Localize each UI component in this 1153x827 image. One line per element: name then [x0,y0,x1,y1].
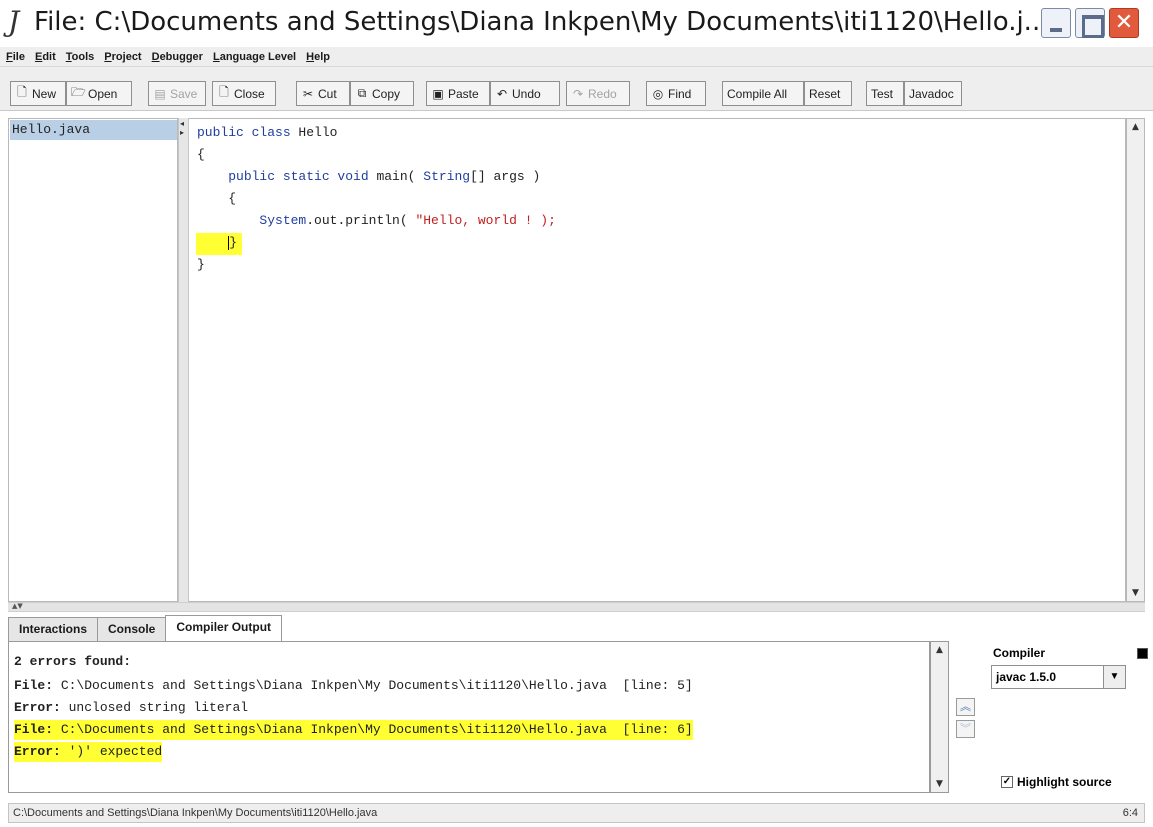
editor-scrollbar[interactable]: ▲ ▼ [1126,118,1145,602]
scissors-icon: ✂ [302,86,314,101]
tab-console[interactable]: Console [97,617,167,641]
error-file-line[interactable]: File: C:\Documents and Settings\Diana In… [14,720,693,740]
close-file-icon: 🗋 [219,85,229,99]
menu-bar: File Edit Tools Project Debugger Languag… [0,47,1153,67]
previous-error-button[interactable]: ︽ [956,698,975,716]
open-button[interactable]: 🗁 Open [66,81,132,106]
reset-button[interactable]: Reset [804,81,852,106]
copy-icon: ⧉ [357,86,367,100]
error-message-line[interactable]: Error: ')' expected [14,742,163,762]
close-icon: ✕ [1114,10,1134,35]
window-title: File: C:\Documents and Settings\Diana In… [34,7,1049,37]
output-scrollbar[interactable]: ▲ ▼ [930,641,949,793]
next-error-button[interactable]: ︾ [956,720,975,738]
menu-language-level[interactable]: Language Level [213,51,296,63]
highlight-source-checkbox[interactable]: ✓ [1001,776,1013,788]
undo-icon: ↶ [496,86,508,101]
menu-edit[interactable]: Edit [35,51,56,63]
scroll-down-icon[interactable]: ▼ [932,776,947,792]
paste-button[interactable]: ▣ Paste [426,81,490,106]
document-item-hello-java[interactable]: Hello.java [10,120,177,140]
status-bar: C:\Documents and Settings\Diana Inkpen\M… [8,803,1145,823]
copy-button[interactable]: ⧉ Copy [350,81,414,106]
toolbar: 🗋 New 🗁 Open ▤ Save 🗋 Close ✂ Cut ⧉ Copy ▣ Past… [0,67,1153,111]
compiler-label: Compiler [993,646,1046,660]
code-line: { [197,147,205,162]
bottom-tabs: Interactions Console Compiler Output [8,615,283,642]
cursor-position: 6:4 [1122,807,1138,819]
error-message-line[interactable]: Error: unclosed string literal [14,698,248,718]
tab-compiler-output[interactable]: Compiler Output [165,615,283,642]
title-bar: J File: C:\Documents and Settings\Diana … [0,0,1153,46]
close-window-button[interactable]: ✕ [1109,8,1139,38]
test-button[interactable]: Test [866,81,904,106]
redo-icon: ↷ [572,86,584,101]
compiler-select[interactable]: javac 1.5.0 ▼ [991,665,1126,689]
menu-tools[interactable]: Tools [66,51,95,63]
scroll-down-icon[interactable]: ▼ [1128,585,1143,601]
scroll-up-icon[interactable]: ▲ [932,642,947,658]
tab-interactions[interactable]: Interactions [8,617,99,641]
splitter-arrows-icon[interactable]: ▲▼ [12,602,23,610]
status-file-path: C:\Documents and Settings\Diana Inkpen\M… [13,807,378,819]
clipboard-icon: ▣ [432,86,444,101]
code-editor[interactable]: public class Hello { public static void … [189,118,1126,602]
highlight-source-option[interactable]: ✓ Highlight source [1001,775,1112,789]
open-folder-icon: 🗁 [71,85,86,99]
error-summary: 2 errors found: [14,654,132,669]
undo-button[interactable]: ↶ Undo [490,81,560,106]
cut-button[interactable]: ✂ Cut [296,81,350,106]
javadoc-button[interactable]: Javadoc [904,81,962,106]
binoculars-icon: ◎ [652,86,664,101]
save-icon: ▤ [154,86,166,101]
find-button[interactable]: ◎ Find [646,81,706,106]
maximize-button[interactable] [1075,8,1105,38]
expand-right-icon[interactable]: ▸ [180,129,184,137]
menu-debugger[interactable]: Debugger [152,51,203,63]
code-line: System.out.println( "Hello, world ! ); [259,213,556,228]
compiler-status-indicator [1137,648,1148,659]
document-list: Hello.java [8,118,178,602]
code-line: } [228,235,238,250]
scroll-up-icon[interactable]: ▲ [1128,119,1143,135]
menu-file[interactable]: File [6,51,25,63]
code-line: public static void main( String[] args ) [228,169,541,184]
redo-button[interactable]: ↷ Redo [566,81,630,106]
chevron-down-icon[interactable]: ▼ [1103,666,1125,688]
code-line: { [197,191,237,206]
save-button[interactable]: ▤ Save [148,81,206,106]
menu-project[interactable]: Project [104,51,141,63]
error-file-line[interactable]: File: C:\Documents and Settings\Diana In… [14,676,693,696]
horizontal-splitter[interactable]: ▲▼ [8,602,1145,612]
code-line: } [197,257,205,272]
collapse-left-icon[interactable]: ◂ [180,120,184,128]
compiler-output-panel[interactable]: 2 errors found: File: C:\Documents and S… [8,641,930,793]
menu-help[interactable]: Help [306,51,330,63]
new-button[interactable]: 🗋 New [10,81,66,106]
compile-all-button[interactable]: Compile All [722,81,804,106]
code-line: public class Hello [197,125,338,140]
close-file-button[interactable]: 🗋 Close [212,81,276,106]
new-file-icon: 🗋 [17,85,27,99]
minimize-button[interactable] [1041,8,1071,38]
vertical-splitter[interactable]: ◂ ▸ [178,118,189,602]
drjava-logo-icon: J [8,5,20,38]
